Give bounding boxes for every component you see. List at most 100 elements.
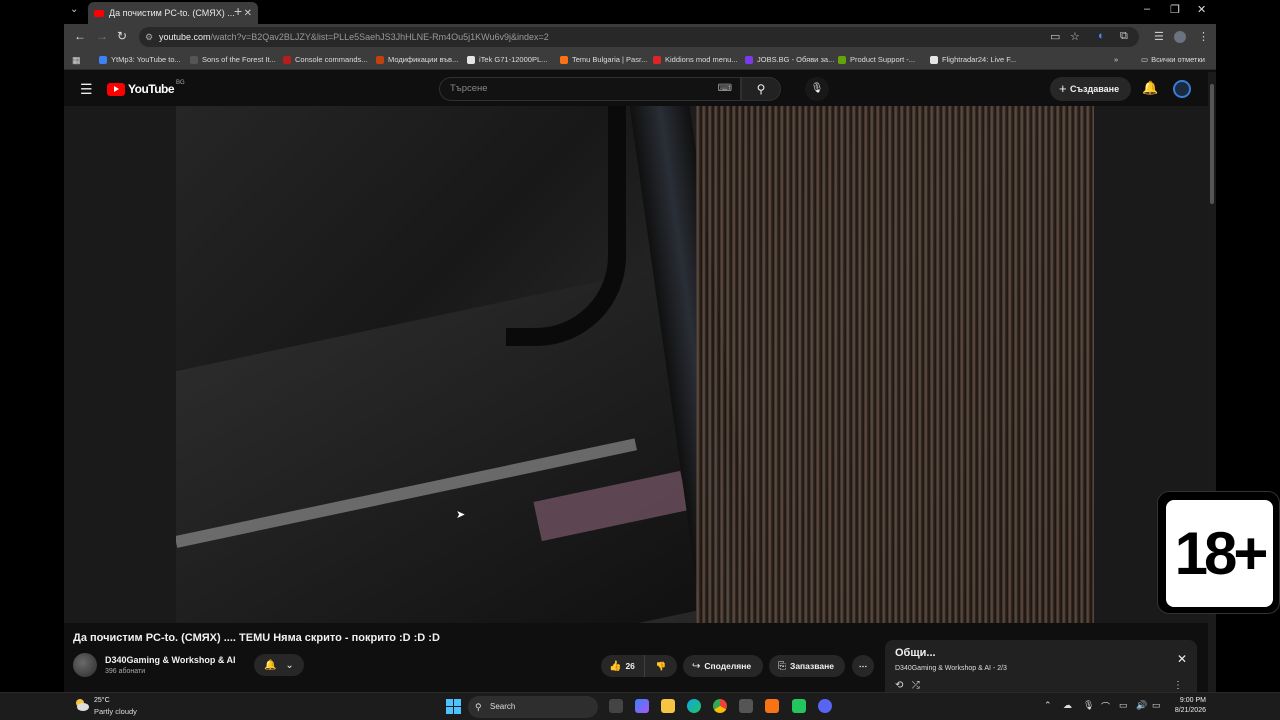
like-button[interactable]: 👍 26 [601,655,645,677]
bookmark-item[interactable]: YtMp3: YouTube to... [99,55,181,64]
profile-avatar-icon[interactable] [1174,31,1186,43]
weather-temperature: 25°C [94,697,110,704]
badge-inner: 18+ [1166,500,1273,607]
search-input[interactable]: Търсене ⌨ [439,77,741,101]
apps-grid-icon[interactable]: ▦ [72,55,81,66]
more-actions-button[interactable]: ⋯ [852,655,874,677]
bookmark-item[interactable]: Модификации във... [376,55,458,64]
playlist-controls: ⟲ ⤮ [895,680,920,691]
bookmark-item[interactable]: Flightradar24: Live F... [930,55,1016,64]
channel-avatar[interactable] [73,653,97,677]
bookmark-item[interactable]: JOBS.BG - Обяви за... [745,55,834,64]
bookmarks-bar: ▦ YtMp3: YouTube to... Sons of the Fores… [64,50,1216,70]
create-button[interactable]: + Създаване [1050,77,1131,101]
save-button[interactable]: ⎘ Запазване [769,655,845,677]
back-arrow-icon[interactable]: ← [74,29,86,43]
bookmark-favicon-icon [653,55,661,64]
bookmark-favicon-icon [930,55,938,64]
site-info-icon[interactable]: ⚙ [145,27,153,47]
bookmark-item[interactable]: Kiddions mod menu... [653,55,738,64]
weather-cloud-icon[interactable] [74,698,90,712]
weather-description: Partly cloudy [94,707,137,716]
network-icon[interactable]: ⌒ [1101,700,1110,713]
forward-arrow-icon[interactable]: → [96,29,108,43]
keyboard-icon[interactable]: ⌨ [718,78,732,100]
tab-title: Да почистим PC-to. (СМЯХ) ... [109,8,235,18]
scrollbar-thumb[interactable] [1210,84,1214,204]
close-icon[interactable]: ✕ [1177,652,1187,666]
microphone-tray-icon[interactable]: 🎙 [1083,700,1094,711]
task-view-icon[interactable] [609,699,623,713]
app-icon-green[interactable] [792,699,806,713]
volume-icon[interactable]: 🔊 [1136,700,1147,711]
display-icon[interactable]: ▭ [1119,700,1128,711]
subscriber-count: 396 абонати [105,668,146,675]
extension-icon[interactable]: ◐ [1098,30,1105,42]
voice-search-button[interactable]: 🎙 [805,77,829,101]
taskbar-search[interactable]: ⚲ Search [468,696,598,718]
windows-taskbar: 25°C Partly cloudy ⚲ Search ⌃ ☁ 🎙 ⌒ ▭ 🔊 … [0,692,1280,720]
menu-hamburger-icon[interactable]: ☰ [80,81,93,98]
bookmark-item[interactable]: iTek G71-12000PL... [467,55,547,64]
edge-icon[interactable] [687,699,701,713]
video-content-cable [506,106,626,346]
restore-button[interactable]: ❐ [1170,3,1180,16]
youtube-logo[interactable]: YouTube BG [107,80,185,96]
tab-active[interactable]: Да почистим PC-to. (СМЯХ) ... ✕ [88,2,258,24]
all-bookmarks-folder[interactable]: ▭ Всички отметки [1141,55,1205,64]
bookmark-item[interactable]: Product Support -... [838,55,915,64]
thumbs-down-icon: 👎 [655,661,667,671]
video-frame[interactable] [176,106,1094,623]
video-player[interactable] [64,106,1208,623]
reload-icon[interactable]: ↻ [117,29,127,43]
bookmark-favicon-icon [838,55,846,64]
tray-overflow-icon[interactable]: ⌃ [1044,700,1052,711]
bookmark-item[interactable]: Temu Bulgaria | Pasr... [560,55,647,64]
playlist-title[interactable]: Общи... [895,647,936,659]
minimize-button[interactable]: – [1144,3,1150,15]
extensions-puzzle-icon[interactable]: ⧉ [1120,30,1128,43]
bookmark-star-icon[interactable]: ☆ [1070,30,1080,43]
chrome-menu-icon[interactable]: ⋮ [1198,30,1209,43]
channel-name[interactable]: D340Gaming & Workshop & AI [105,655,236,665]
taskbar-clock[interactable]: 9:00 PM 8/21/2026 [1172,696,1206,716]
loop-icon[interactable]: ⟲ [895,680,903,691]
battery-icon[interactable]: ▭ [1152,700,1161,711]
app-icon-orange[interactable] [765,699,779,713]
address-bar[interactable]: ⚙ youtube.com/watch?v=B2Qav2BLJZY&list=P… [139,27,1139,47]
tab-close-icon[interactable]: ✕ [244,8,252,19]
dislike-button[interactable]: 👎 [645,655,677,677]
account-avatar[interactable] [1173,80,1191,98]
bookmark-item[interactable]: Sons of the Forest It... [190,55,276,64]
cast-icon[interactable]: ▭ [1050,30,1060,43]
store-icon[interactable] [739,699,753,713]
discord-icon[interactable] [818,699,832,713]
tab-search-chevron-icon[interactable]: ⌄ [70,4,78,15]
bookmark-item[interactable]: Console commands... [283,55,368,64]
copilot-icon[interactable] [635,699,649,713]
shuffle-icon[interactable]: ⤮ [912,680,920,691]
bookmark-label: iTek G71-12000PL... [479,55,548,64]
more-vertical-icon[interactable]: ⋮ [1173,680,1183,691]
bookmark-favicon-icon [467,55,475,64]
share-button[interactable]: ↪ Споделяне [683,655,763,677]
badge-text: 18+ [1174,520,1269,587]
notifications-bell-icon[interactable]: 🔔 [1142,80,1158,96]
file-explorer-icon[interactable] [661,699,675,713]
bookmark-label: Модификации във... [388,55,459,64]
media-controls-icon[interactable]: ☰ [1154,30,1164,43]
onedrive-icon[interactable]: ☁ [1063,700,1072,711]
bookmark-label: Product Support -... [850,55,916,64]
new-tab-button[interactable]: + [234,3,242,19]
bookmarks-overflow-icon[interactable]: » [1114,55,1118,64]
clock-date: 8/21/2026 [1174,707,1206,714]
close-window-button[interactable]: ✕ [1197,3,1206,16]
create-label: Създаване [1070,84,1120,94]
plus-icon: + [1059,81,1067,96]
search-button[interactable]: ⚲ [741,77,781,101]
more-horizontal-icon: ⋯ [858,661,868,671]
windows-start-icon[interactable] [446,699,461,714]
chrome-icon[interactable] [713,699,727,713]
share-arrow-icon: ↪ [692,661,701,672]
subscribed-button[interactable]: 🔔 ⌄ [254,654,304,676]
